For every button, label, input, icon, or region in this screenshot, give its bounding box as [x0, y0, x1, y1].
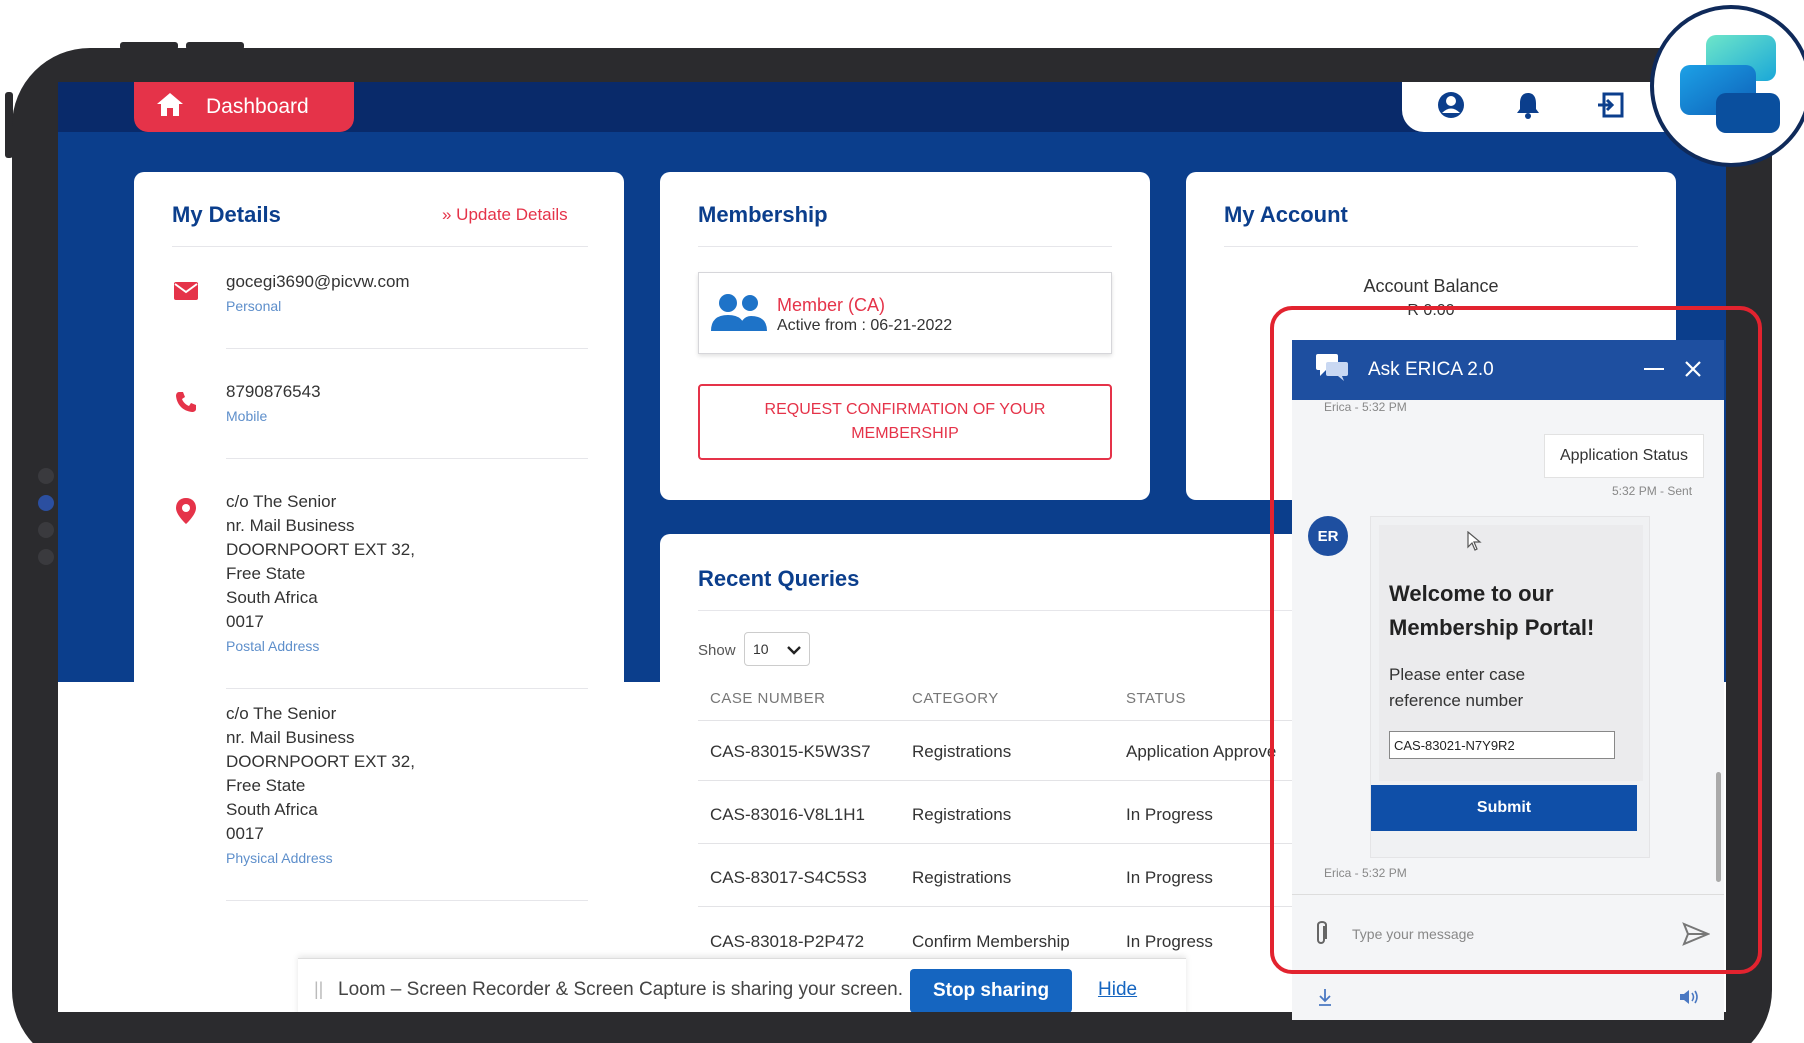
- envelope-icon: [174, 282, 198, 307]
- drag-handle-icon[interactable]: ||: [314, 979, 323, 1000]
- address-line: nr. Mail Business: [226, 728, 355, 747]
- my-details-title: My Details: [172, 202, 281, 227]
- request-button-line: REQUEST CONFIRMATION OF YOUR: [764, 401, 1046, 418]
- status-cell: In Progress: [1126, 805, 1213, 824]
- phone-icon: [174, 390, 198, 419]
- column-header-case-number: CASE NUMBER: [710, 690, 826, 707]
- address-line: Free State: [226, 776, 306, 795]
- category-cell: Confirm Membership: [912, 932, 1070, 951]
- speaker-icon[interactable]: [1678, 988, 1700, 1011]
- address-line: c/o The Senior: [226, 704, 337, 723]
- user-icon[interactable]: [1436, 90, 1466, 125]
- update-details-link[interactable]: » Update Details: [442, 205, 568, 225]
- download-icon[interactable]: [1318, 988, 1332, 1011]
- status-cell: In Progress: [1126, 932, 1213, 951]
- postal-address-label: Postal Address: [226, 638, 320, 654]
- phone-value: 8790876543: [226, 382, 321, 401]
- divider: [172, 246, 588, 247]
- address-line: 0017: [226, 612, 264, 631]
- membership-title: Membership: [698, 202, 828, 227]
- divider: [1224, 246, 1638, 247]
- email-value: gocegi3690@picvw.com: [226, 272, 410, 291]
- category-cell: Registrations: [912, 742, 1012, 761]
- status-cell: Application Approve: [1126, 742, 1277, 761]
- email-type-label: Personal: [226, 298, 282, 314]
- case-number-cell: CAS-83017-S4C5S3: [710, 868, 867, 887]
- tablet-camera: [38, 495, 54, 511]
- chevron-down-icon: [787, 643, 801, 661]
- physical-address-label: Physical Address: [226, 850, 333, 866]
- divider: [226, 688, 588, 689]
- screenshot-stage: Dashboard My Details » Update Details go…: [0, 0, 1804, 1043]
- category-cell: Registrations: [912, 868, 1012, 887]
- request-confirmation-button[interactable]: REQUEST CONFIRMATION OF YOUR MEMBERSHIP: [698, 384, 1112, 460]
- divider: [226, 458, 588, 459]
- case-number-cell: CAS-83018-P2P472: [710, 932, 865, 951]
- dashboard-tab[interactable]: Dashboard: [134, 82, 354, 132]
- tablet-sensor: [38, 468, 54, 484]
- members-icon: [711, 293, 767, 336]
- top-right-toolbar: [1402, 82, 1692, 132]
- highlight-outline: [1270, 306, 1762, 974]
- membership-card: Membership Member (CA) Active from : 06-…: [660, 172, 1150, 500]
- divider: [226, 348, 588, 349]
- copilot-studio-logo-icon: [1680, 35, 1780, 133]
- tablet-sensor: [38, 522, 54, 538]
- loom-sharing-bar: || Loom – Screen Recorder & Screen Captu…: [298, 958, 1186, 1012]
- logout-icon[interactable]: [1596, 90, 1626, 125]
- column-header-status: STATUS: [1126, 690, 1186, 707]
- loom-sharing-message: Loom – Screen Recorder & Screen Capture …: [338, 979, 903, 1000]
- request-button-line: MEMBERSHIP: [851, 425, 959, 442]
- my-details-card: My Details » Update Details gocegi3690@p…: [134, 172, 624, 980]
- page-size-value: 10: [753, 641, 769, 657]
- page-size-select[interactable]: 10: [744, 632, 810, 666]
- postal-address: c/o The Senior nr. Mail Business DOORNPO…: [226, 490, 415, 634]
- address-line: nr. Mail Business: [226, 516, 355, 535]
- tablet-sensor: [38, 549, 54, 565]
- member-status-box: Member (CA) Active from : 06-21-2022: [698, 272, 1112, 354]
- logo-badge: [1650, 5, 1804, 167]
- address-line: Free State: [226, 564, 306, 583]
- active-from: Active from : 06-21-2022: [777, 317, 953, 334]
- home-icon: [156, 91, 184, 123]
- hide-link[interactable]: Hide: [1098, 979, 1137, 1001]
- address-line: South Africa: [226, 588, 318, 607]
- address-line: South Africa: [226, 800, 318, 819]
- physical-address: c/o The Senior nr. Mail Business DOORNPO…: [226, 702, 415, 846]
- case-number-cell: CAS-83015-K5W3S7: [710, 742, 871, 761]
- category-cell: Registrations: [912, 805, 1012, 824]
- location-pin-icon: [176, 498, 196, 529]
- stop-sharing-button[interactable]: Stop sharing: [910, 969, 1072, 1012]
- status-cell: In Progress: [1126, 868, 1213, 887]
- bell-icon[interactable]: [1514, 90, 1542, 125]
- dashboard-label: Dashboard: [206, 95, 309, 118]
- address-line: 0017: [226, 824, 264, 843]
- divider: [226, 900, 588, 901]
- case-number-cell: CAS-83016-V8L1H1: [710, 805, 865, 824]
- recent-queries-title: Recent Queries: [698, 566, 860, 591]
- divider: [698, 246, 1112, 247]
- address-line: DOORNPOORT EXT 32,: [226, 540, 415, 559]
- my-account-title: My Account: [1224, 202, 1348, 227]
- member-type: Member (CA): [777, 295, 886, 315]
- address-line: c/o The Senior: [226, 492, 337, 511]
- phone-type-label: Mobile: [226, 408, 268, 424]
- account-balance-label: Account Balance: [1363, 276, 1499, 296]
- column-header-category: CATEGORY: [912, 690, 999, 707]
- address-line: DOORNPOORT EXT 32,: [226, 752, 415, 771]
- show-label: Show: [698, 642, 736, 659]
